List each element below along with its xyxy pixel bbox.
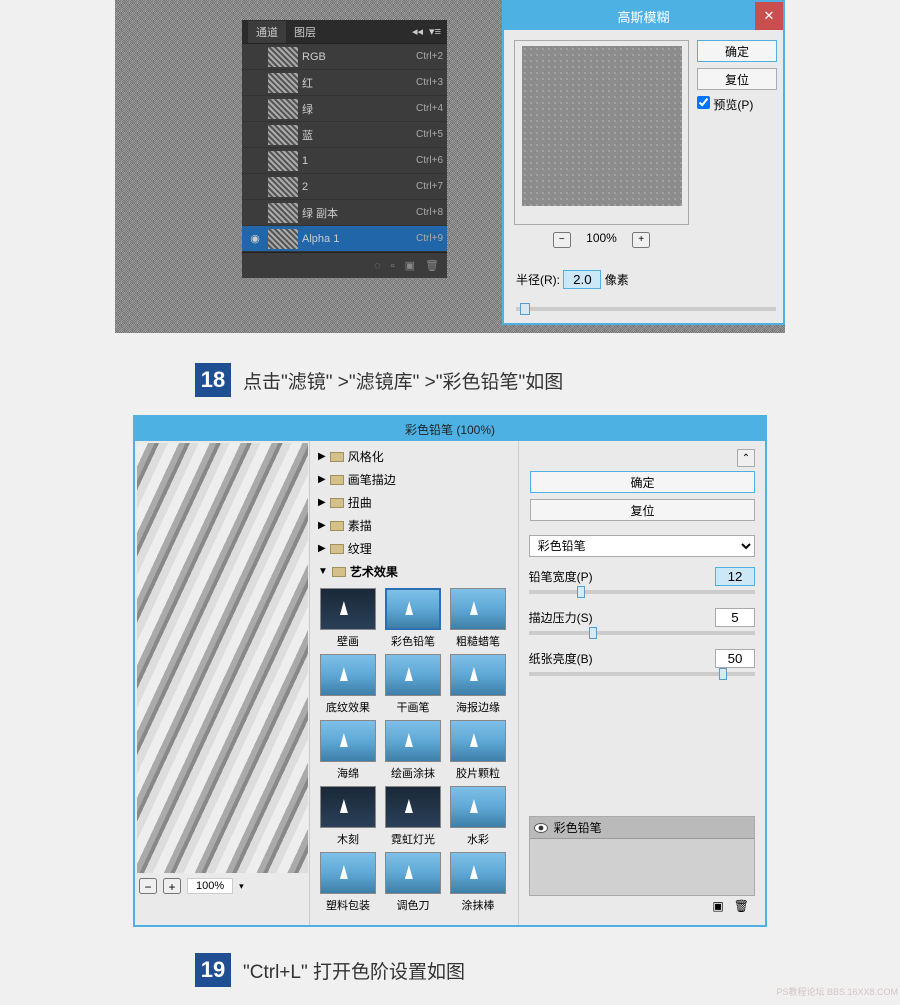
zoom-in-button[interactable]: +: [632, 232, 650, 248]
channel-row-1[interactable]: 1Ctrl+6: [242, 148, 447, 174]
filter-categories-pane: ▶风格化 ▶画笔描边 ▶扭曲 ▶素描 ▶纹理 ▼艺术效果 壁画彩色铅笔粗糙蜡笔底…: [310, 441, 519, 925]
category-brush-strokes[interactable]: ▶画笔描边: [314, 468, 514, 491]
collapse-categories-icon[interactable]: ⌃: [737, 449, 755, 467]
tab-channels[interactable]: 通道: [248, 21, 286, 43]
category-distort[interactable]: ▶扭曲: [314, 491, 514, 514]
step-number: 19: [195, 953, 231, 987]
radius-label: 半径(R):: [516, 273, 560, 287]
param-pencil-width: 铅笔宽度(P): [529, 567, 755, 586]
zoom-out-button[interactable]: −: [139, 878, 157, 894]
preview-checkbox[interactable]: 预览(P): [697, 98, 753, 112]
step-number: 18: [195, 363, 231, 397]
reset-button[interactable]: 复位: [530, 499, 755, 521]
noise-texture-background: 通道 图层 ◂◂ ▾≡ RGBCtrl+2 红Ctrl+3 绿Ctrl+4 蓝C…: [115, 0, 785, 333]
stroke-pressure-slider[interactable]: [529, 631, 755, 635]
step-19: 19 "Ctrl+L" 打开色阶设置如图: [195, 953, 900, 987]
eye-icon[interactable]: ◉: [246, 232, 264, 245]
tab-layers[interactable]: 图层: [286, 21, 324, 43]
filter-preview-canvas: [137, 443, 308, 873]
pencil-width-slider[interactable]: [529, 590, 755, 594]
zoom-level: 100%: [586, 231, 617, 245]
filter-thumb[interactable]: 涂抹棒: [448, 852, 508, 913]
zoom-level[interactable]: 100%: [187, 878, 233, 894]
channel-row-2[interactable]: 2Ctrl+7: [242, 174, 447, 200]
channel-row-green[interactable]: 绿Ctrl+4: [242, 96, 447, 122]
category-artistic[interactable]: ▼艺术效果: [314, 560, 514, 583]
step-text: 点击"滤镜" >"滤镜库" >"彩色铅笔"如图: [243, 367, 563, 394]
filter-gallery-title: 彩色铅笔 (100%): [135, 417, 765, 441]
radius-unit: 像素: [605, 273, 629, 287]
load-selection-icon[interactable]: ◌: [374, 260, 381, 272]
filter-gallery-dialog: 彩色铅笔 (100%) − + 100% ▾ ▶风格化 ▶画笔描边 ▶扭曲 ▶素…: [133, 415, 767, 927]
filter-thumb[interactable]: 调色刀: [383, 852, 443, 913]
filter-thumb[interactable]: 粗糙蜡笔: [448, 588, 508, 649]
filter-thumb[interactable]: 胶片颗粒: [448, 720, 508, 781]
param-paper-brightness: 纸张亮度(B): [529, 649, 755, 668]
pencil-width-input[interactable]: [715, 567, 755, 586]
filter-thumb[interactable]: 干画笔: [383, 654, 443, 715]
filter-thumb[interactable]: 海报边缘: [448, 654, 508, 715]
gaussian-preview: [514, 40, 689, 225]
channel-row-red[interactable]: 红Ctrl+3: [242, 70, 447, 96]
filter-thumb[interactable]: 绘画涂抹: [383, 720, 443, 781]
filter-thumb[interactable]: 塑料包装: [318, 852, 378, 913]
effect-layer-row[interactable]: 彩色铅笔: [530, 817, 754, 839]
delete-effect-layer-icon[interactable]: 🗑: [734, 899, 749, 913]
channel-row-alpha1[interactable]: ◉Alpha 1Ctrl+9: [242, 226, 447, 252]
zoom-in-button[interactable]: +: [163, 878, 181, 894]
save-selection-icon[interactable]: ▫: [391, 260, 395, 272]
filter-controls-pane: ⌃ 确定 复位 彩色铅笔 铅笔宽度(P) 描边压力(S) 纸张亮度(: [519, 441, 765, 925]
channel-row-rgb[interactable]: RGBCtrl+2: [242, 44, 447, 70]
category-texture[interactable]: ▶纹理: [314, 537, 514, 560]
radius-input[interactable]: [563, 270, 601, 289]
param-stroke-pressure: 描边压力(S): [529, 608, 755, 627]
filter-thumb[interactable]: 海绵: [318, 720, 378, 781]
radius-slider[interactable]: [516, 307, 776, 311]
new-channel-icon[interactable]: ▣: [405, 259, 415, 272]
panel-menu-icon[interactable]: ▾≡: [429, 25, 441, 38]
step-text: "Ctrl+L" 打开色阶设置如图: [243, 957, 465, 984]
gaussian-blur-dialog: 高斯模糊 ✕ − 100% + 确定 复位 预览(P): [502, 0, 785, 325]
filter-preview-pane: − + 100% ▾: [135, 441, 310, 925]
paper-brightness-input[interactable]: [715, 649, 755, 668]
category-stylize[interactable]: ▶风格化: [314, 445, 514, 468]
filter-select[interactable]: 彩色铅笔: [529, 535, 755, 557]
ok-button[interactable]: 确定: [530, 471, 755, 493]
filter-thumb[interactable]: 霓虹灯光: [383, 786, 443, 847]
watermark: PS教程论坛 BBS.16XX8.COM: [776, 985, 898, 998]
step-18: 18 点击"滤镜" >"滤镜库" >"彩色铅笔"如图: [195, 363, 900, 397]
effect-layers-panel: 彩色铅笔: [529, 816, 755, 896]
zoom-dropdown-icon[interactable]: ▾: [239, 881, 244, 892]
eye-icon[interactable]: [534, 823, 548, 833]
filter-thumb[interactable]: 底纹效果: [318, 654, 378, 715]
zoom-out-button[interactable]: −: [553, 232, 571, 248]
effect-layer-name: 彩色铅笔: [554, 819, 602, 836]
filter-thumb[interactable]: 水彩: [448, 786, 508, 847]
filter-thumb[interactable]: 壁画: [318, 588, 378, 649]
stroke-pressure-input[interactable]: [715, 608, 755, 627]
filter-thumb[interactable]: 彩色铅笔: [383, 588, 443, 649]
dialog-title: 高斯模糊 ✕: [504, 2, 783, 30]
channels-panel: 通道 图层 ◂◂ ▾≡ RGBCtrl+2 红Ctrl+3 绿Ctrl+4 蓝C…: [242, 20, 447, 278]
filter-thumb[interactable]: 木刻: [318, 786, 378, 847]
new-effect-layer-icon[interactable]: ▣: [712, 899, 723, 913]
category-sketch[interactable]: ▶素描: [314, 514, 514, 537]
channels-panel-header: 通道 图层 ◂◂ ▾≡: [242, 20, 447, 44]
collapse-icon[interactable]: ◂◂: [412, 25, 423, 38]
paper-brightness-slider[interactable]: [529, 672, 755, 676]
reset-button[interactable]: 复位: [697, 68, 777, 90]
close-icon[interactable]: ✕: [755, 2, 783, 30]
ok-button[interactable]: 确定: [697, 40, 777, 62]
channel-row-green-copy[interactable]: 绿 副本Ctrl+8: [242, 200, 447, 226]
channels-panel-footer: ◌ ▫ ▣ 🗑: [242, 252, 447, 278]
channel-row-blue[interactable]: 蓝Ctrl+5: [242, 122, 447, 148]
delete-channel-icon[interactable]: 🗑: [425, 259, 439, 272]
